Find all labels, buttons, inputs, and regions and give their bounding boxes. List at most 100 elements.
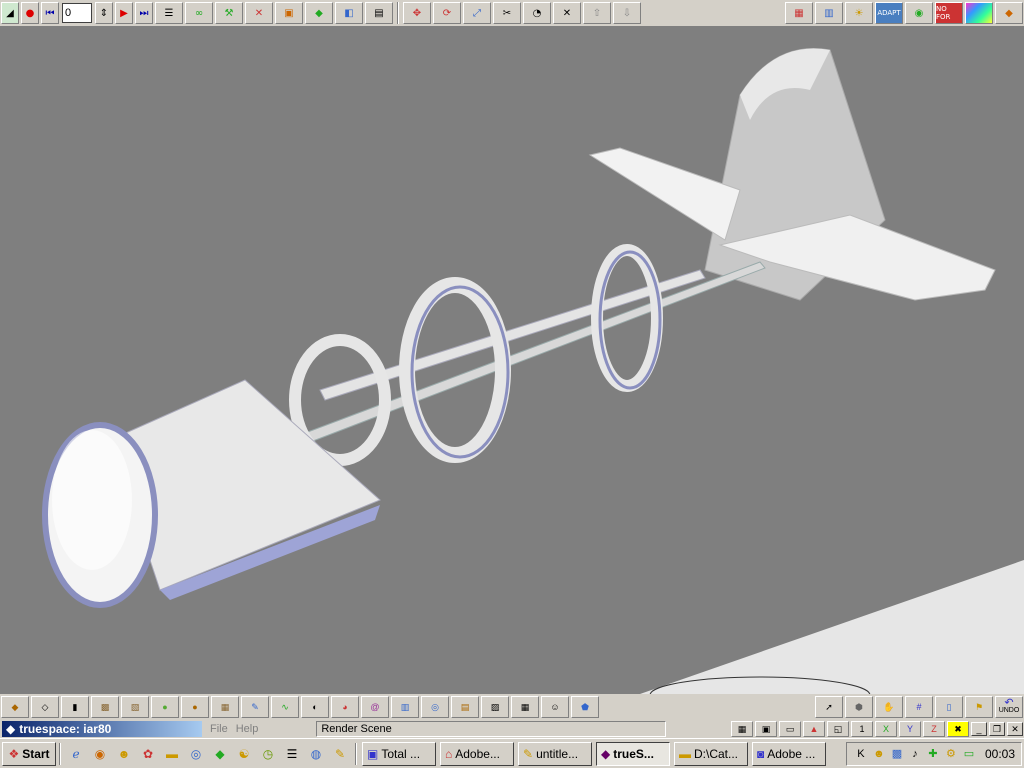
list-app-icon[interactable]: ☰ (282, 744, 302, 764)
move-icon[interactable]: ✥ (403, 2, 431, 24)
no-for-button[interactable]: NO FOR (935, 2, 963, 24)
cloth-icon[interactable]: ▦ (511, 696, 539, 718)
minimize-button[interactable]: _ (971, 722, 987, 736)
cube-green-icon[interactable]: ◆ (305, 2, 333, 24)
view-icon[interactable]: ▦ (731, 721, 753, 737)
mesh-icon[interactable]: ◱ (827, 721, 849, 737)
adapt-button[interactable]: ADAPT (875, 2, 903, 24)
task-explorer[interactable]: ▬ D:\Cat... (674, 741, 748, 766)
grid-icon[interactable]: # (905, 696, 933, 718)
play-button[interactable]: ▶ (115, 2, 133, 24)
grid-texture-icon[interactable]: ▦ (211, 696, 239, 718)
glass-icon[interactable]: ◇ (31, 696, 59, 718)
task-adobe-2[interactable]: ◙ Adobe ... (752, 741, 826, 766)
sweep-icon[interactable]: ◔ (523, 2, 551, 24)
brush-icon[interactable]: ✎ (241, 696, 269, 718)
wand-icon[interactable]: ⚑ (965, 696, 993, 718)
pen-app-icon[interactable]: ✎ (330, 744, 350, 764)
tray-messenger-icon[interactable]: ☻ (871, 746, 887, 762)
face-icon[interactable]: ☺ (541, 696, 569, 718)
list-icon[interactable]: ☰ (155, 2, 183, 24)
wrench-icon[interactable]: ⚒ (215, 2, 243, 24)
curve-icon[interactable]: ∿ (271, 696, 299, 718)
ie-icon[interactable]: ℯ (66, 744, 86, 764)
network-icon[interactable]: ▩ (889, 746, 905, 762)
rings-icon[interactable]: ◎ (421, 696, 449, 718)
layer-icon[interactable]: ◧ (335, 2, 363, 24)
object-mode-icon[interactable]: ◢ (1, 2, 19, 24)
battery-icon[interactable]: ▭ (961, 746, 977, 762)
stripe-icon[interactable]: ▥ (391, 696, 419, 718)
object-tool-icon[interactable]: ⬢ (845, 696, 873, 718)
search-app-icon[interactable]: ◍ (306, 744, 326, 764)
task-total-commander[interactable]: ▣ Total ... (362, 741, 436, 766)
3d-text-icon[interactable]: ⬟ (571, 696, 599, 718)
volume-icon[interactable]: ♪ (907, 746, 923, 762)
page-icon[interactable]: ▯ (935, 696, 963, 718)
media-icon[interactable]: ◎ (186, 744, 206, 764)
menu-file[interactable]: File (210, 723, 228, 735)
sphere-icon[interactable]: ◉ (905, 2, 933, 24)
spotlight-icon[interactable]: ◐ (301, 696, 329, 718)
keyboard-icon[interactable]: K (853, 746, 869, 762)
rewind-button[interactable]: ⏮ (41, 2, 59, 24)
task-untitled[interactable]: ✎ untitle... (518, 741, 592, 766)
bones-icon[interactable]: ✕ (245, 2, 273, 24)
deform-icon[interactable]: ✂ (493, 2, 521, 24)
clock-app-icon[interactable]: ◷ (258, 744, 278, 764)
stones-icon[interactable]: ▨ (481, 696, 509, 718)
texture-icon[interactable]: ▩ (91, 696, 119, 718)
diamond-icon[interactable]: ◆ (210, 744, 230, 764)
select-arrow-icon[interactable]: ➚ (815, 696, 843, 718)
numbered-view-icon[interactable]: 1 (851, 721, 873, 737)
z-axis-icon[interactable]: Z (923, 721, 945, 737)
palette-icon[interactable]: ◕ (331, 696, 359, 718)
camera-icon[interactable]: ▮ (61, 696, 89, 718)
messenger-icon[interactable]: ☻ (114, 744, 134, 764)
light-icon[interactable]: ☀ (845, 2, 873, 24)
menu-help[interactable]: Help (236, 723, 259, 735)
up-arrow-icon[interactable]: ⇧ (583, 2, 611, 24)
material-wood-icon[interactable]: ◆ (1, 696, 29, 718)
start-button[interactable]: ❖ Start (2, 741, 56, 766)
material-icon[interactable]: ◆ (995, 2, 1023, 24)
bumpmap-icon[interactable]: ▧ (121, 696, 149, 718)
3d-viewport[interactable] (0, 26, 1024, 714)
gift-icon[interactable]: ✿ (138, 744, 158, 764)
task-adobe-1[interactable]: ⌂ Adobe... (440, 741, 514, 766)
frame-number-field[interactable]: 0 (62, 3, 92, 23)
blank-view-icon[interactable]: ▭ (779, 721, 801, 737)
loop-icon[interactable]: ∞ (185, 2, 213, 24)
axes-icon[interactable]: ✕ (553, 2, 581, 24)
torrent-icon[interactable]: ◉ (90, 744, 110, 764)
notes-icon[interactable]: ▤ (365, 2, 393, 24)
close-button[interactable]: ✕ (1007, 722, 1023, 736)
render-icon[interactable]: ▲ (803, 721, 825, 737)
scale-icon[interactable]: ⤢ (463, 2, 491, 24)
wood-sphere-icon[interactable]: ● (181, 696, 209, 718)
globe-icon[interactable]: ☯ (234, 744, 254, 764)
color-palette-icon[interactable] (965, 2, 993, 24)
down-arrow-icon[interactable]: ⇩ (613, 2, 641, 24)
x-axis-icon[interactable]: X (875, 721, 897, 737)
antivirus-icon[interactable]: ✚ (925, 746, 941, 762)
update-icon[interactable]: ⚙ (943, 746, 959, 762)
spiral-icon[interactable]: @ (361, 696, 389, 718)
restore-button[interactable]: ❐ (989, 722, 1005, 736)
sphere-material-icon[interactable]: ● (151, 696, 179, 718)
hand-icon[interactable]: ✋ (875, 696, 903, 718)
task-truespace[interactable]: ◆ trueS... (596, 741, 670, 766)
folder-icon[interactable]: ▬ (162, 744, 182, 764)
end-button[interactable]: ⏭ (135, 2, 153, 24)
rotate-icon[interactable]: ⟳ (433, 2, 461, 24)
frame-stepper-icon[interactable]: ⇕ (95, 2, 113, 24)
shader-icon[interactable]: ▥ (815, 2, 843, 24)
snap-icon[interactable]: ✖ (947, 721, 969, 737)
brick-icon[interactable]: ▤ (451, 696, 479, 718)
box-icon[interactable]: ▣ (275, 2, 303, 24)
y-axis-icon[interactable]: Y (899, 721, 921, 737)
box-view-icon[interactable]: ▣ (755, 721, 777, 737)
undo-button[interactable]: ↶ UNDO (995, 696, 1023, 718)
scene-icon[interactable]: ▦ (785, 2, 813, 24)
record-button[interactable]: ● (21, 2, 39, 24)
